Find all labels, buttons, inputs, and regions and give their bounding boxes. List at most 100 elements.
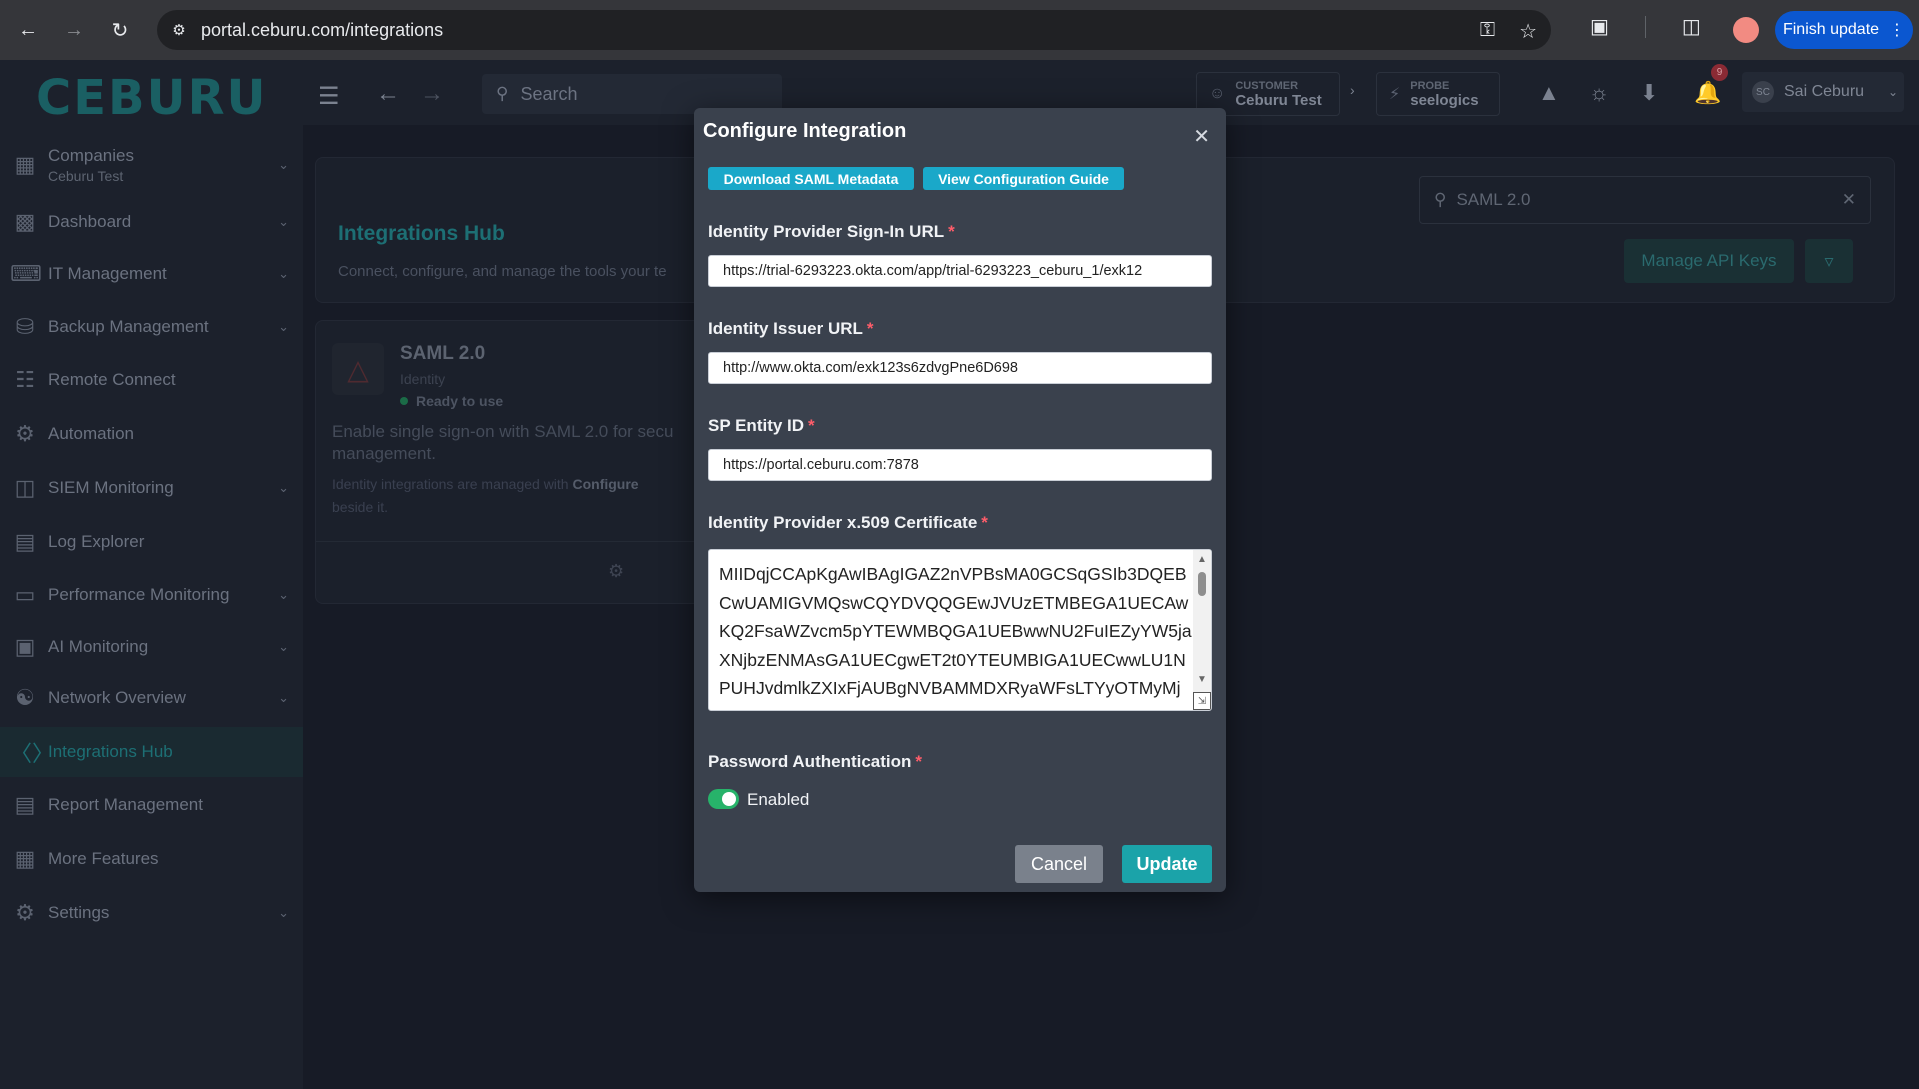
chevron-down-icon: ⌄ xyxy=(278,266,289,281)
sidebar-item-siem-monitoring[interactable]: ◫ SIEM Monitoring ⌄ xyxy=(0,463,303,513)
note-bold: Configure xyxy=(572,476,639,492)
sidebar-item-log-explorer[interactable]: ▤ Log Explorer xyxy=(0,517,303,567)
scroll-down-icon[interactable]: ▼ xyxy=(1197,674,1207,685)
integration-search-input[interactable]: ⚲ SAML 2.0 ✕ xyxy=(1419,176,1871,224)
card-divider xyxy=(316,541,714,542)
status-badge: Ready to use xyxy=(400,393,503,409)
chevron-down-icon: ⌄ xyxy=(278,214,289,229)
sidebar-item-performance-monitoring[interactable]: ▭ Performance Monitoring ⌄ xyxy=(0,570,303,620)
reload-icon[interactable]: ↻ xyxy=(102,12,138,48)
monitor-icon: ▭ xyxy=(14,582,36,607)
download-icon[interactable]: ⬇ xyxy=(1640,80,1658,106)
issuer-url-input[interactable]: http://www.okta.com/exk123s6zdvgPne6D698 xyxy=(708,352,1212,384)
integration-note: Identity integrations are managed with C… xyxy=(332,473,702,519)
scroll-up-icon[interactable]: ▲ xyxy=(1197,554,1207,565)
dashboard-icon: ▩ xyxy=(14,209,36,234)
sidebar-item-it-management[interactable]: ⌨ IT Management ⌄ xyxy=(0,249,303,299)
clear-icon[interactable]: ✕ xyxy=(1842,190,1856,210)
chevron-right-icon: › xyxy=(1350,82,1355,98)
sidebar-item-integrations-hub[interactable]: 〈〉 Integrations Hub xyxy=(0,727,303,777)
profile-avatar[interactable] xyxy=(1733,17,1759,43)
chevron-down-icon: ⌄ xyxy=(278,639,289,654)
sign-in-url-label-text: Identity Provider Sign-In URL xyxy=(708,222,945,241)
sidebar-item-sub: Ceburu Test xyxy=(48,168,124,184)
user-name: Sai Ceburu xyxy=(1784,83,1865,100)
lightning-icon: ⚡ xyxy=(1389,86,1401,103)
required-marker: * xyxy=(808,416,815,435)
required-marker: * xyxy=(948,222,955,241)
password-auth-label-text: Password Authentication xyxy=(708,752,912,771)
site-info-icon[interactable]: ⚙ xyxy=(165,16,193,44)
star-icon[interactable]: ☆ xyxy=(1519,19,1537,44)
forward-arrow-icon[interactable]: → xyxy=(420,80,444,108)
sidebar-item-label: Integrations Hub xyxy=(48,742,173,761)
sidebar: ▦ Companies Ceburu Test ⌄ ▩ Dashboard ⌄ … xyxy=(0,125,303,1089)
extensions-icon[interactable]: ▣ xyxy=(1590,14,1609,39)
sp-entity-input[interactable]: https://portal.ceburu.com:7878 xyxy=(708,449,1212,481)
sidebar-item-dashboard[interactable]: ▩ Dashboard ⌄ xyxy=(0,197,303,247)
sidebar-item-label: Remote Connect xyxy=(48,370,176,389)
scrollbar-thumb[interactable] xyxy=(1198,572,1206,596)
integration-description: Enable single sign-on with SAML 2.0 for … xyxy=(332,422,674,463)
sidebar-item-more-features[interactable]: ▦ More Features xyxy=(0,834,303,884)
automation-icon: ⚙ xyxy=(15,421,35,446)
chevron-down-icon: ⌄ xyxy=(278,690,289,705)
sidebar-item-settings[interactable]: ⚙ Settings ⌄ xyxy=(0,888,303,938)
probe-selector[interactable]: ⚡ PROBE seelogics xyxy=(1376,72,1500,116)
sidebar-item-label: Backup Management xyxy=(48,317,209,336)
building-icon: ▦ xyxy=(14,152,36,177)
resize-handle-icon[interactable]: ⇲ xyxy=(1193,692,1211,710)
finish-update-button[interactable]: Finish update ⋮ xyxy=(1775,11,1913,49)
filter-icon[interactable]: ▿ xyxy=(1805,239,1853,283)
sidebar-item-report-management[interactable]: ▤ Report Management xyxy=(0,780,303,830)
forward-arrow-icon[interactable]: → xyxy=(56,12,92,48)
url-text[interactable]: portal.ceburu.com/integrations xyxy=(201,20,443,41)
sidebar-item-network-overview[interactable]: ☯ Network Overview ⌄ xyxy=(0,673,303,723)
cancel-button[interactable]: Cancel xyxy=(1015,845,1103,883)
integration-search-value: SAML 2.0 xyxy=(1456,190,1531,209)
user-menu[interactable]: SC Sai Ceburu ⌄ xyxy=(1742,72,1904,112)
close-icon[interactable]: ✕ xyxy=(1193,124,1210,149)
manage-api-keys-button[interactable]: Manage API Keys xyxy=(1624,239,1794,283)
certificate-textarea[interactable]: MIIDqjCCApKgAwIBAgIGAZ2nVPBsMA0GCSqGSIb3… xyxy=(708,549,1212,711)
sidebar-item-label: Settings xyxy=(48,903,110,922)
sidebar-item-label: Companies xyxy=(48,146,134,165)
certificate-label: Identity Provider x.509 Certificate * xyxy=(708,513,988,533)
sidebar-item-remote-connect[interactable]: ☷ Remote Connect xyxy=(0,355,303,405)
sidebar-item-companies[interactable]: ▦ Companies Ceburu Test ⌄ xyxy=(0,137,303,193)
sidebar-item-label: Automation xyxy=(48,424,134,443)
update-button[interactable]: Update xyxy=(1122,845,1212,883)
cast-icon[interactable]: ◫ xyxy=(1682,14,1701,39)
certificate-label-text: Identity Provider x.509 Certificate xyxy=(708,513,978,532)
key-icon[interactable]: ⚿ xyxy=(1480,19,1495,44)
back-arrow-icon[interactable]: ← xyxy=(376,80,400,108)
gear-icon[interactable]: ⚙ xyxy=(608,561,624,582)
certificate-text: MIIDqjCCApKgAwIBAgIGAZ2nVPBsMA0GCSqGSIb3… xyxy=(719,564,1192,710)
kebab-menu-icon: ⋮ xyxy=(1889,22,1906,39)
view-configuration-guide-button[interactable]: View Configuration Guide xyxy=(923,167,1124,190)
back-arrow-icon[interactable]: ← xyxy=(10,12,46,48)
password-auth-toggle[interactable] xyxy=(708,789,739,809)
sun-icon[interactable]: ☼ xyxy=(1589,80,1609,106)
required-marker: * xyxy=(915,752,923,771)
browser-toolbar: ← → ↻ ⚙ portal.ceburu.com/integrations ⚿… xyxy=(0,0,1919,60)
issuer-url-label-text: Identity Issuer URL xyxy=(708,319,863,338)
textarea-scrollbar[interactable]: ▲ ▼ xyxy=(1193,550,1211,710)
address-bar[interactable]: ⚙ portal.ceburu.com/integrations ⚿ ☆ xyxy=(157,10,1551,50)
report-icon: ▤ xyxy=(14,792,36,817)
rocket-icon[interactable]: ▲ xyxy=(1538,80,1560,106)
sidebar-item-ai-monitoring[interactable]: ▣ AI Monitoring ⌄ xyxy=(0,622,303,672)
status-dot-icon xyxy=(400,397,408,405)
sidebar-item-backup-management[interactable]: ⛁ Backup Management ⌄ xyxy=(0,302,303,352)
sign-in-url-label: Identity Provider Sign-In URL * xyxy=(708,222,955,242)
bell-icon[interactable]: 🔔 xyxy=(1694,80,1721,106)
menu-icon[interactable]: ☰ xyxy=(318,82,340,111)
toggle-knob xyxy=(722,792,736,806)
required-marker: * xyxy=(981,513,988,532)
download-saml-metadata-button[interactable]: Download SAML Metadata xyxy=(708,167,914,190)
chevron-down-icon: ⌄ xyxy=(278,587,289,602)
sidebar-item-automation[interactable]: ⚙ Automation xyxy=(0,409,303,459)
sign-in-url-input[interactable]: https://trial-6293223.okta.com/app/trial… xyxy=(708,255,1212,287)
sp-entity-label: SP Entity ID * xyxy=(708,416,815,436)
saml-logo-icon: △ xyxy=(332,343,384,395)
